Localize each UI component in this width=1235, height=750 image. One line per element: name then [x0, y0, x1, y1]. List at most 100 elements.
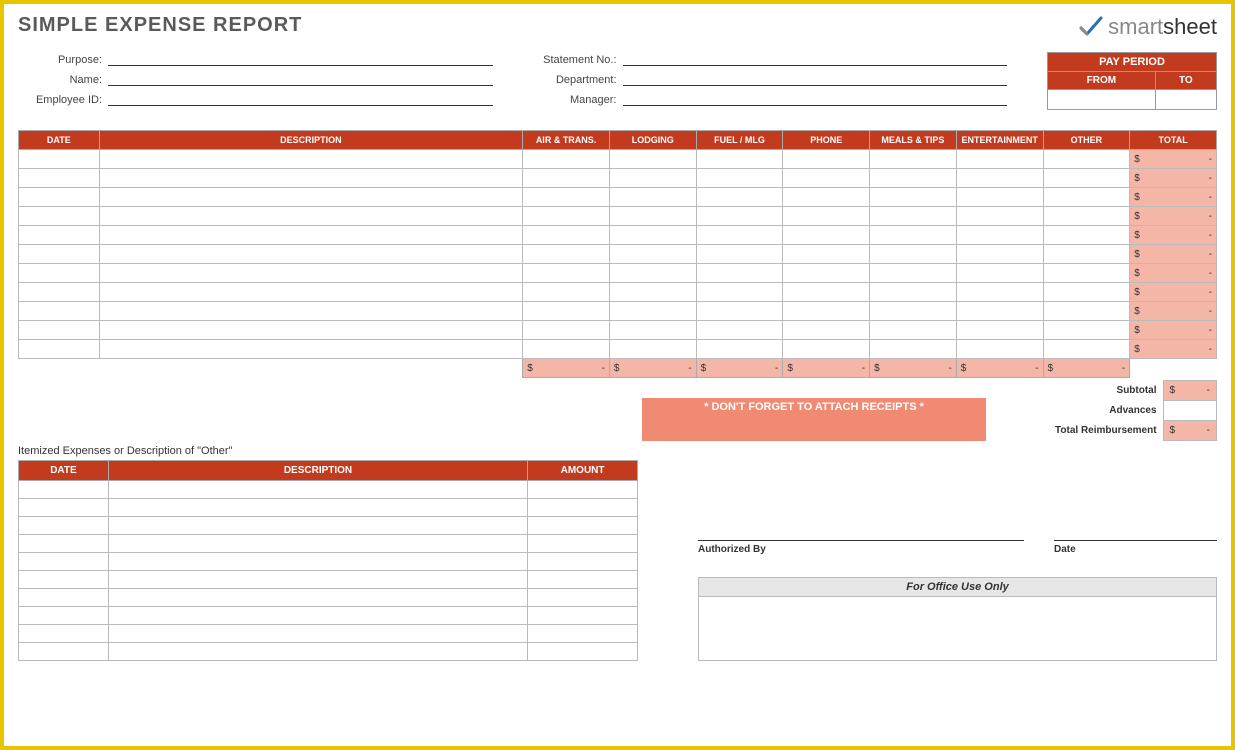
- expense-cell[interactable]: [609, 169, 696, 188]
- itemized-cell[interactable]: [528, 625, 638, 643]
- expense-cell[interactable]: [696, 302, 783, 321]
- itemized-cell[interactable]: [108, 589, 527, 607]
- expense-cell[interactable]: [523, 340, 610, 359]
- expense-cell[interactable]: [609, 283, 696, 302]
- itemized-cell[interactable]: [528, 499, 638, 517]
- itemized-cell[interactable]: [19, 571, 109, 589]
- expense-cell[interactable]: [523, 207, 610, 226]
- expense-cell[interactable]: [783, 264, 870, 283]
- expense-cell[interactable]: [870, 340, 957, 359]
- itemized-cell[interactable]: [19, 535, 109, 553]
- itemized-cell[interactable]: [108, 625, 527, 643]
- itemized-cell[interactable]: [108, 571, 527, 589]
- itemized-cell[interactable]: [19, 589, 109, 607]
- expense-cell[interactable]: [956, 169, 1043, 188]
- itemized-cell[interactable]: [108, 499, 527, 517]
- expense-cell[interactable]: [956, 207, 1043, 226]
- expense-cell[interactable]: [99, 150, 523, 169]
- signature-date-line[interactable]: [1054, 540, 1217, 542]
- department-input[interactable]: [623, 72, 1008, 86]
- expense-cell[interactable]: [523, 302, 610, 321]
- itemized-cell[interactable]: [19, 481, 109, 499]
- expense-cell[interactable]: [609, 188, 696, 207]
- expense-cell[interactable]: [1043, 302, 1130, 321]
- expense-cell[interactable]: [696, 226, 783, 245]
- expense-cell[interactable]: [19, 283, 100, 302]
- expense-cell[interactable]: [783, 321, 870, 340]
- expense-cell[interactable]: [523, 150, 610, 169]
- itemized-cell[interactable]: [528, 481, 638, 499]
- expense-cell[interactable]: [99, 283, 523, 302]
- expense-cell[interactable]: [609, 302, 696, 321]
- expense-cell[interactable]: [99, 321, 523, 340]
- expense-cell[interactable]: [956, 321, 1043, 340]
- expense-cell[interactable]: [696, 245, 783, 264]
- expense-cell[interactable]: [523, 321, 610, 340]
- expense-cell[interactable]: [783, 188, 870, 207]
- itemized-cell[interactable]: [528, 517, 638, 535]
- expense-cell[interactable]: [19, 169, 100, 188]
- expense-cell[interactable]: [99, 188, 523, 207]
- expense-cell[interactable]: [783, 150, 870, 169]
- expense-cell[interactable]: [696, 283, 783, 302]
- itemized-cell[interactable]: [19, 553, 109, 571]
- authorized-by-line[interactable]: [698, 540, 1024, 542]
- expense-cell[interactable]: [696, 150, 783, 169]
- office-use-body[interactable]: [698, 597, 1217, 661]
- expense-cell[interactable]: [870, 226, 957, 245]
- expense-cell[interactable]: [99, 226, 523, 245]
- expense-cell[interactable]: [609, 340, 696, 359]
- expense-cell[interactable]: [1043, 150, 1130, 169]
- itemized-cell[interactable]: [19, 499, 109, 517]
- expense-cell[interactable]: [956, 302, 1043, 321]
- expense-cell[interactable]: [609, 150, 696, 169]
- expense-cell[interactable]: [783, 169, 870, 188]
- expense-cell[interactable]: [523, 283, 610, 302]
- itemized-cell[interactable]: [528, 571, 638, 589]
- expense-cell[interactable]: [696, 169, 783, 188]
- pay-period-to-input[interactable]: [1155, 90, 1216, 110]
- itemized-cell[interactable]: [108, 535, 527, 553]
- expense-cell[interactable]: [956, 283, 1043, 302]
- itemized-cell[interactable]: [528, 643, 638, 661]
- employee-id-input[interactable]: [108, 92, 493, 106]
- expense-cell[interactable]: [19, 226, 100, 245]
- expense-cell[interactable]: [609, 321, 696, 340]
- expense-cell[interactable]: [19, 321, 100, 340]
- expense-cell[interactable]: [1043, 283, 1130, 302]
- expense-cell[interactable]: [99, 340, 523, 359]
- expense-cell[interactable]: [783, 207, 870, 226]
- expense-cell[interactable]: [870, 245, 957, 264]
- itemized-cell[interactable]: [108, 553, 527, 571]
- expense-cell[interactable]: [696, 188, 783, 207]
- expense-cell[interactable]: [523, 226, 610, 245]
- expense-cell[interactable]: [956, 150, 1043, 169]
- manager-input[interactable]: [623, 92, 1008, 106]
- expense-cell[interactable]: [1043, 321, 1130, 340]
- itemized-cell[interactable]: [528, 553, 638, 571]
- expense-cell[interactable]: [19, 207, 100, 226]
- expense-cell[interactable]: [870, 302, 957, 321]
- expense-cell[interactable]: [870, 283, 957, 302]
- expense-cell[interactable]: [1043, 169, 1130, 188]
- expense-cell[interactable]: [783, 283, 870, 302]
- expense-cell[interactable]: [696, 340, 783, 359]
- expense-cell[interactable]: [870, 321, 957, 340]
- expense-cell[interactable]: [870, 207, 957, 226]
- itemized-cell[interactable]: [528, 535, 638, 553]
- expense-cell[interactable]: [99, 207, 523, 226]
- expense-cell[interactable]: [870, 169, 957, 188]
- pay-period-from-input[interactable]: [1048, 90, 1156, 110]
- expense-cell[interactable]: [19, 245, 100, 264]
- expense-cell[interactable]: [696, 321, 783, 340]
- itemized-cell[interactable]: [108, 481, 527, 499]
- expense-cell[interactable]: [956, 245, 1043, 264]
- expense-cell[interactable]: [1043, 245, 1130, 264]
- itemized-cell[interactable]: [108, 607, 527, 625]
- name-input[interactable]: [108, 72, 493, 86]
- expense-cell[interactable]: [609, 245, 696, 264]
- expense-cell[interactable]: [696, 207, 783, 226]
- expense-cell[interactable]: [99, 264, 523, 283]
- expense-cell[interactable]: [870, 150, 957, 169]
- expense-cell[interactable]: [99, 245, 523, 264]
